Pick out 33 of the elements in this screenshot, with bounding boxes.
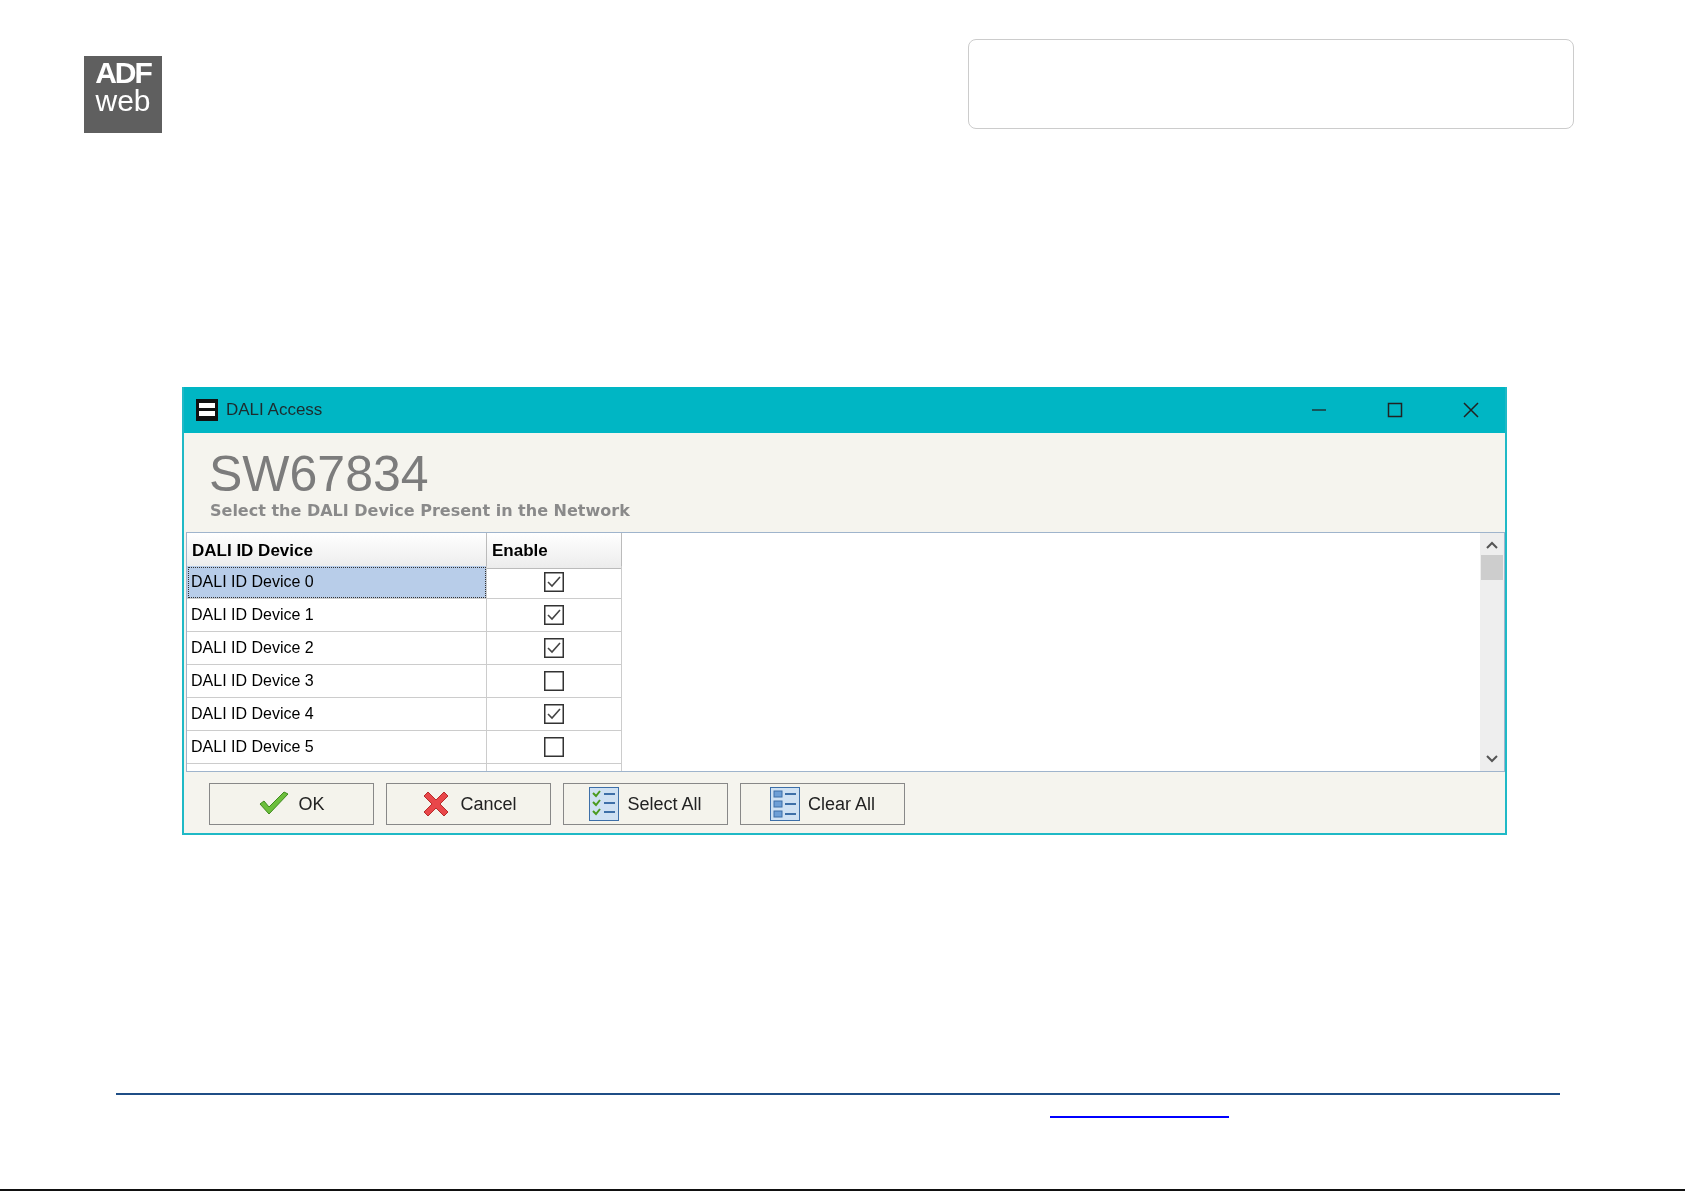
checklist-icon [589, 787, 620, 821]
app-icon [196, 399, 218, 421]
maximize-icon[interactable] [1387, 402, 1403, 418]
table-cell[interactable]: DALI ID Device 4 [187, 698, 487, 731]
logo-text: web [95, 86, 151, 116]
checkbox[interactable] [544, 605, 564, 625]
product-code: SW67834 [208, 445, 430, 499]
scroll-down-icon[interactable] [1486, 755, 1498, 763]
checkbox[interactable] [544, 671, 564, 691]
clear-button[interactable]: Clear All [740, 783, 905, 825]
checkbox[interactable] [544, 704, 564, 724]
column-header: Enable [487, 533, 622, 569]
subtitle: Select the DALI Device Present in the Network [209, 500, 631, 520]
select-button[interactable]: Select All [563, 783, 728, 825]
scroll-thumb[interactable] [1481, 555, 1503, 580]
checkbox[interactable] [544, 737, 564, 757]
window-title: DALI Access [226, 400, 323, 420]
ok-button[interactable]: OK [209, 783, 374, 825]
table-cell[interactable]: DALI ID Device 1 [187, 599, 487, 632]
cancel-button[interactable]: Cancel [386, 783, 551, 825]
table-cell[interactable]: DALI ID Device 0 [187, 566, 487, 599]
checkbox[interactable] [544, 638, 564, 658]
checkbox[interactable] [544, 572, 564, 592]
close-icon[interactable] [1463, 402, 1479, 418]
list-icon [770, 787, 800, 821]
column-header: DALI ID Device [187, 533, 487, 569]
table-cell[interactable]: DALI ID Device 5 [187, 731, 487, 764]
logo-text: ADF [95, 58, 151, 88]
scrollbar[interactable] [1480, 533, 1504, 771]
table-cell[interactable]: DALI ID Device 2 [187, 632, 487, 665]
scroll-up-icon[interactable] [1486, 541, 1498, 549]
checkmark-icon [258, 791, 291, 817]
table-cell[interactable]: DALI ID Device 3 [187, 665, 487, 698]
